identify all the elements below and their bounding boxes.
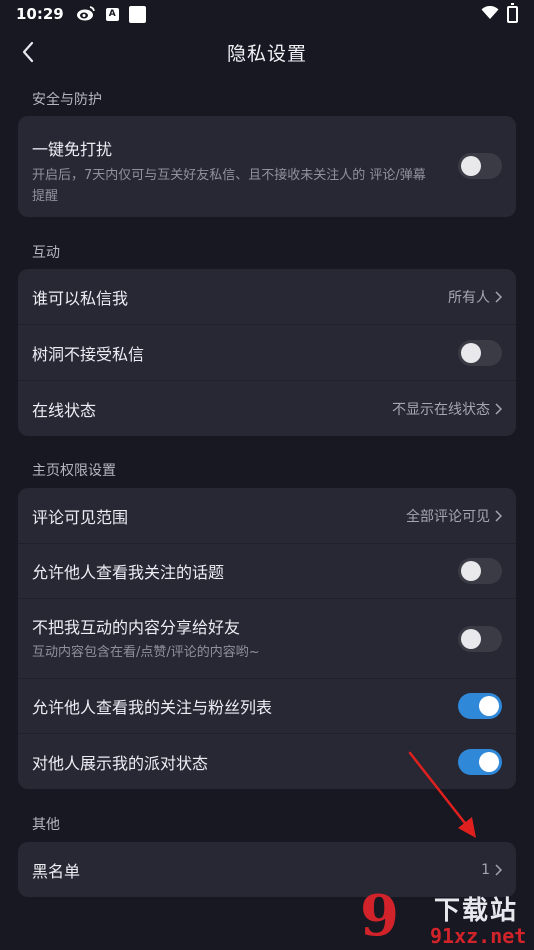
who-can-message-value-group: 所有人 bbox=[448, 287, 502, 307]
party-status-text: 对他人展示我的派对状态 bbox=[32, 750, 458, 774]
watermark: 9 下载站 91xz.net bbox=[360, 888, 534, 950]
status-notification-icons: A bbox=[76, 5, 146, 24]
online-status-value: 不显示在线状态 bbox=[392, 401, 490, 418]
status-bar: 10:29 A bbox=[0, 0, 534, 28]
view-topics-toggle[interactable] bbox=[458, 558, 502, 584]
section-label-other: 其他 bbox=[32, 817, 60, 833]
page-title: 隐私设置 bbox=[226, 42, 307, 65]
blacklist-title: 黑名单 bbox=[32, 861, 81, 881]
view-follows-text: 允许他人查看我的关注与粉丝列表 bbox=[32, 694, 458, 718]
view-topics-text: 允许他人查看我关注的话题 bbox=[32, 559, 458, 583]
setting-row-dnd: 一键免打扰 开启后，7天内仅可与互关好友私信、且不接收未关注人的 评论/弹幕 提… bbox=[18, 116, 516, 217]
app-a-icon: A bbox=[105, 7, 119, 21]
annotation-arrow-icon bbox=[408, 751, 476, 838]
toggle-knob bbox=[479, 696, 499, 716]
card-security: 一键免打扰 开启后，7天内仅可与互关好友私信、且不接收未关注人的 评论/弹幕 提… bbox=[18, 116, 516, 217]
dnd-toggle[interactable] bbox=[458, 153, 502, 179]
view-follows-title: 允许他人查看我的关注与粉丝列表 bbox=[32, 698, 273, 717]
setting-row-view-topics: 允许他人查看我关注的话题 bbox=[18, 544, 516, 599]
header: 隐私设置 bbox=[0, 28, 534, 76]
view-follows-toggle[interactable] bbox=[458, 693, 502, 719]
status-time: 10:29 bbox=[16, 5, 64, 23]
chevron-right-icon bbox=[495, 863, 502, 876]
blacklist-text: 黑名单 bbox=[32, 858, 481, 882]
comment-scope-text: 评论可见范围 bbox=[32, 504, 406, 528]
treehole-text: 树洞不接受私信 bbox=[32, 341, 458, 365]
chevron-right-icon bbox=[495, 290, 502, 303]
section-label-homepage: 主页权限设置 bbox=[32, 463, 116, 479]
toggle-knob bbox=[461, 561, 481, 581]
no-share-subtitle: 互动内容包含在看/点赞/评论的内容哟~ bbox=[32, 645, 260, 660]
status-system-icons bbox=[481, 2, 518, 24]
dnd-subtitle: 开启后，7天内仅可与互关好友私信、且不接收未关注人的 评论/弹幕 提醒 bbox=[32, 168, 426, 204]
toggle-knob bbox=[461, 628, 481, 649]
treehole-title: 树洞不接受私信 bbox=[32, 344, 145, 364]
section-label-security: 安全与防护 bbox=[32, 92, 102, 108]
setting-row-no-share: 不把我互动的内容分享给好友 互动内容包含在看/点赞/评论的内容哟~ bbox=[18, 599, 516, 679]
comment-scope-value-group: 全部评论可见 bbox=[406, 506, 502, 526]
notification-square-icon bbox=[128, 5, 146, 23]
no-share-toggle[interactable] bbox=[458, 625, 502, 652]
who-can-message-text: 谁可以私信我 bbox=[32, 285, 448, 309]
online-status-text: 在线状态 bbox=[32, 397, 392, 421]
dnd-text: 一键免打扰 开启后，7天内仅可与互关好友私信、且不接收未关注人的 评论/弹幕 提… bbox=[32, 136, 458, 207]
watermark-site-name: 下载站 bbox=[434, 896, 519, 926]
comment-scope-value: 全部评论可见 bbox=[406, 508, 490, 525]
card-interaction: 谁可以私信我 所有人 树洞不接受私信 在线状态 不显示在线状态 bbox=[18, 269, 516, 436]
dnd-title: 一键免打扰 bbox=[32, 140, 113, 159]
weibo-icon bbox=[76, 5, 96, 24]
chevron-left-icon bbox=[22, 41, 34, 63]
watermark-logo: 9 bbox=[360, 883, 399, 949]
setting-row-who-can-message[interactable]: 谁可以私信我 所有人 bbox=[18, 269, 516, 325]
chevron-right-icon bbox=[495, 509, 502, 522]
toggle-knob bbox=[461, 156, 481, 176]
setting-row-comment-scope[interactable]: 评论可见范围 全部评论可见 bbox=[18, 488, 516, 544]
party-status-title: 对他人展示我的派对状态 bbox=[32, 753, 209, 773]
setting-row-online-status[interactable]: 在线状态 不显示在线状态 bbox=[18, 381, 516, 436]
back-button[interactable] bbox=[14, 38, 42, 66]
blacklist-value-group: 1 bbox=[481, 862, 502, 878]
setting-row-view-follows: 允许他人查看我的关注与粉丝列表 bbox=[18, 679, 516, 734]
no-share-title: 不把我互动的内容分享给好友 bbox=[32, 618, 241, 637]
comment-scope-title: 评论可见范围 bbox=[32, 507, 129, 527]
treehole-toggle[interactable] bbox=[458, 339, 502, 366]
chevron-right-icon bbox=[495, 402, 502, 415]
setting-row-treehole: 树洞不接受私信 bbox=[18, 325, 516, 381]
battery-icon bbox=[507, 2, 518, 23]
blacklist-count: 1 bbox=[481, 861, 490, 878]
who-can-message-title: 谁可以私信我 bbox=[32, 288, 129, 308]
online-status-title: 在线状态 bbox=[32, 400, 97, 420]
no-share-text: 不把我互动的内容分享给好友 互动内容包含在看/点赞/评论的内容哟~ bbox=[32, 614, 458, 663]
section-label-interaction: 互动 bbox=[32, 245, 60, 261]
view-topics-title: 允许他人查看我关注的话题 bbox=[32, 563, 225, 582]
who-can-message-value: 所有人 bbox=[448, 289, 490, 306]
online-status-value-group: 不显示在线状态 bbox=[392, 399, 502, 419]
watermark-url: 91xz.net bbox=[430, 924, 527, 948]
card-homepage: 评论可见范围 全部评论可见 允许他人查看我关注的话题 不把我互动的内容分享给好友… bbox=[18, 488, 516, 789]
toggle-knob bbox=[461, 342, 481, 363]
wifi-icon bbox=[481, 5, 499, 24]
